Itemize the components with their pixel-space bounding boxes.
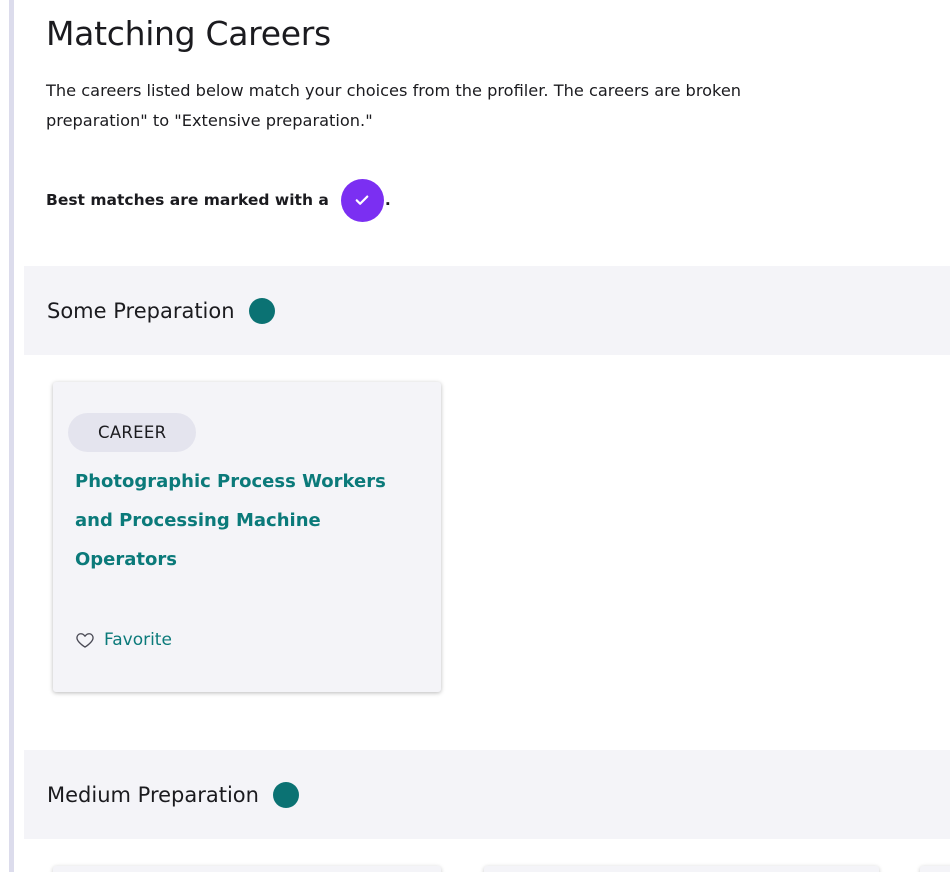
section-header-medium-preparation: Medium Preparation [24,750,950,839]
best-matches-text: Best matches are marked with a [46,191,329,209]
career-title-line: Photographic Process Workers [75,471,386,492]
filled-circle-icon [248,297,275,324]
career-card[interactable]: CAREER Photographic Process Workers and … [53,382,441,692]
intro-line: The careers listed below match your choi… [46,81,742,100]
section-title: Medium Preparation [47,782,259,807]
intro-line: preparation" to "Extensive preparation." [46,111,373,130]
section-header-some-preparation: Some Preparation [24,266,950,355]
career-title-line: Operators [75,549,177,570]
favorite-label: Favorite [104,630,172,650]
career-title-link[interactable]: Photographic Process Workers and Process… [75,462,431,579]
matching-careers-panel: Matching Careers The careers listed belo… [24,0,950,872]
best-matches-note: Best matches are marked with a . [46,178,391,222]
career-title-line: and Processing Machine [75,510,321,531]
best-matches-period: . [384,191,391,209]
favorite-button[interactable]: Favorite [75,630,172,650]
career-tag: CAREER [68,413,197,452]
filled-circle-icon [272,781,299,808]
career-card[interactable] [484,866,879,872]
best-match-badge [340,178,384,222]
section-title: Some Preparation [47,298,235,323]
career-card[interactable] [53,866,441,872]
check-icon [355,195,369,205]
career-card[interactable] [920,866,950,872]
page-title: Matching Careers [46,14,331,53]
left-rail [9,0,14,872]
intro-text: The careers listed below match your choi… [46,76,950,136]
heart-outline-icon [75,630,95,650]
